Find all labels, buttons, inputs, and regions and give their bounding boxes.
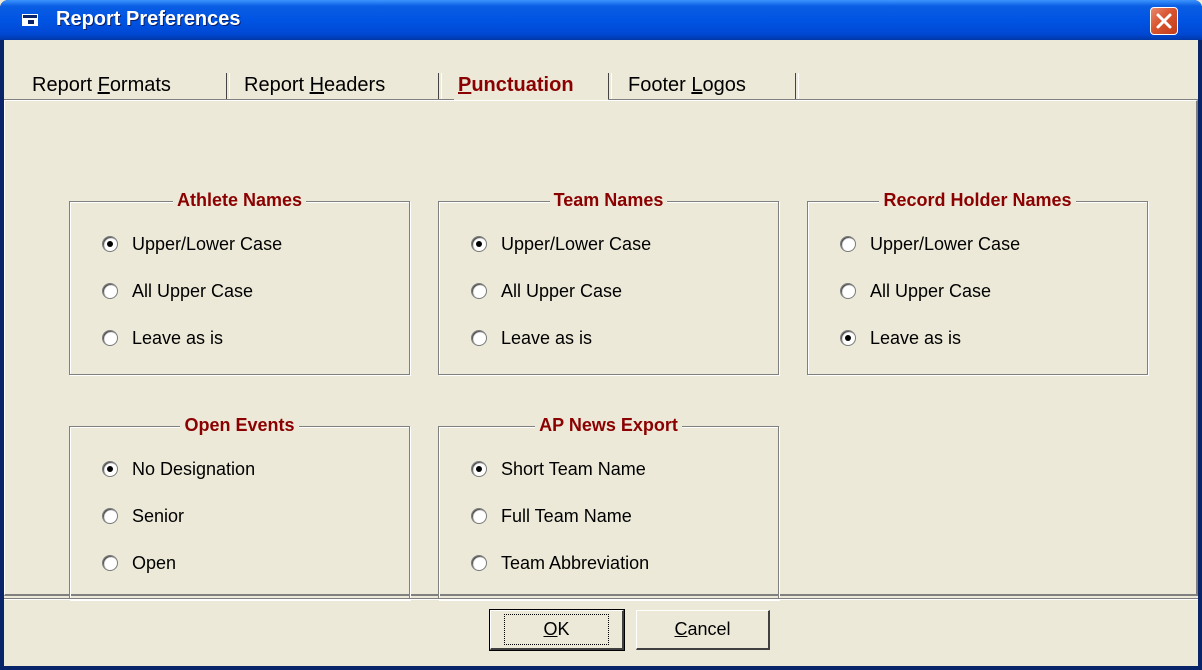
ok-button-label: OK [504,614,609,645]
open-events-title: Open Events [180,415,299,435]
radio-button-icon[interactable] [471,283,487,299]
open-events-group: Open Events No Designation Senior Open [69,415,410,600]
close-icon [1156,13,1172,29]
radio-button-icon[interactable] [840,330,856,346]
tab-report-formats[interactable]: Report Formats [32,70,171,100]
athlete-names-option[interactable]: Upper/Lower Case [102,232,282,256]
team-names-title: Team Names [549,190,668,210]
team-names-option[interactable]: Leave as is [471,326,592,350]
tab-bar: Report Formats Report Headers Punctuatio… [4,40,1198,100]
tab-report-headers[interactable]: Report Headers [244,70,385,100]
ok-button[interactable]: OK [489,609,625,651]
ap-news-export-group: AP News Export Short Team Name Full Team… [438,415,779,600]
radio-button-icon[interactable] [102,461,118,477]
ap-news-export-option[interactable]: Full Team Name [471,504,632,528]
team-names-group: Team Names Upper/Lower Case All Upper Ca… [438,190,779,375]
radio-button-icon[interactable] [102,236,118,252]
tab-separator [226,73,230,99]
tab-separator [438,73,442,99]
radio-button-icon[interactable] [471,508,487,524]
record-holder-names-option[interactable]: Leave as is [840,326,961,350]
open-events-option[interactable]: Open [102,551,176,575]
title-bar[interactable]: Report Preferences [0,0,1202,40]
ap-news-export-title: AP News Export [535,415,682,435]
athlete-names-title: Athlete Names [172,190,307,210]
tab-separator [608,73,612,99]
radio-button-icon[interactable] [840,283,856,299]
radio-button-icon[interactable] [471,330,487,346]
ap-news-export-option[interactable]: Short Team Name [471,457,646,481]
radio-button-icon[interactable] [102,555,118,571]
dialog-body: Report Formats Report Headers Punctuatio… [4,40,1198,666]
punctuation-panel: Athlete Names Upper/Lower Case All Upper… [4,100,1198,600]
radio-button-icon[interactable] [471,236,487,252]
radio-button-icon[interactable] [471,555,487,571]
athlete-names-group: Athlete Names Upper/Lower Case All Upper… [69,190,410,375]
tab-footer-logos[interactable]: Footer Logos [628,70,746,100]
window-icon [22,14,38,26]
record-holder-names-group: Record Holder Names Upper/Lower Case All… [807,190,1148,375]
footer-separator [4,598,1198,600]
radio-button-icon[interactable] [840,236,856,252]
athlete-names-option[interactable]: Leave as is [102,326,223,350]
window-title: Report Preferences [56,8,241,30]
team-names-option[interactable]: All Upper Case [471,279,622,303]
open-events-option[interactable]: Senior [102,504,184,528]
record-holder-names-option[interactable]: Upper/Lower Case [840,232,1020,256]
record-holder-names-title: Record Holder Names [879,190,1076,210]
team-names-option[interactable]: Upper/Lower Case [471,232,651,256]
radio-button-icon[interactable] [102,508,118,524]
cancel-button-label: Cancel [674,619,731,639]
radio-button-icon[interactable] [102,283,118,299]
athlete-names-option[interactable]: All Upper Case [102,279,253,303]
record-holder-names-option[interactable]: All Upper Case [840,279,991,303]
close-button[interactable] [1150,7,1178,35]
ap-news-export-option[interactable]: Team Abbreviation [471,551,649,575]
open-events-option[interactable]: No Designation [102,457,255,481]
tab-separator [795,73,799,99]
report-preferences-window: Report Preferences Report Formats Report… [0,0,1202,670]
tab-punctuation[interactable]: Punctuation [458,70,574,100]
radio-button-icon[interactable] [471,461,487,477]
cancel-button[interactable]: Cancel [636,610,770,650]
radio-button-icon[interactable] [102,330,118,346]
